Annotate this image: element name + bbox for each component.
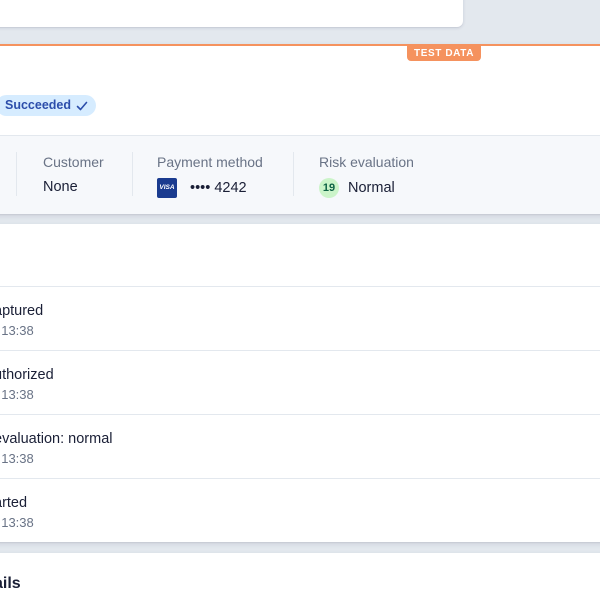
timeline-card: aptured , 13:38 uthorized , 13:38 evalua… xyxy=(0,224,600,542)
timeline-row: evaluation: normal , 13:38 xyxy=(0,414,600,478)
event-time: , 13:38 xyxy=(0,387,34,402)
status-badge: Succeeded xyxy=(0,95,97,116)
customer-detail: Customer None xyxy=(43,153,104,196)
checkmark-icon xyxy=(76,100,88,112)
divider xyxy=(132,152,133,196)
event-time: , 13:38 xyxy=(0,515,34,530)
risk-evaluation-detail: Risk evaluation 19 Normal xyxy=(319,153,414,198)
event-time: , 13:38 xyxy=(0,323,34,338)
event-title: arted xyxy=(0,495,28,511)
payment-method-label: Payment method xyxy=(157,154,263,170)
payment-method-value[interactable]: VISA •••• 4242 xyxy=(157,178,263,198)
details-card: ails xyxy=(0,553,600,600)
event-title: uthorized xyxy=(0,367,54,383)
risk-evaluation-value[interactable]: 19 Normal xyxy=(319,178,414,198)
event-title: aptured xyxy=(0,303,44,319)
section-heading: ails xyxy=(0,575,21,592)
card-last4: •••• 4242 xyxy=(190,180,247,196)
event-title: evaluation: normal xyxy=(0,431,113,447)
test-data-badge: TEST DATA xyxy=(407,46,482,61)
customer-value-text: None xyxy=(43,179,78,195)
top-card xyxy=(0,0,463,27)
customer-label: Customer xyxy=(43,154,104,170)
risk-level-text: Normal xyxy=(348,180,395,196)
timeline-row: uthorized , 13:38 xyxy=(0,350,600,414)
payment-details-strip: Customer None Payment method VISA •••• 4… xyxy=(0,135,600,214)
risk-score-badge: 19 xyxy=(319,178,339,198)
divider xyxy=(293,152,294,196)
timeline-row: arted , 13:38 xyxy=(0,478,600,542)
divider xyxy=(16,152,17,196)
payment-summary-card: TEST DATA Succeeded Customer None Paymen… xyxy=(0,44,600,214)
risk-evaluation-label: Risk evaluation xyxy=(319,154,414,170)
event-time: , 13:38 xyxy=(0,451,34,466)
timeline-row: aptured , 13:38 xyxy=(0,286,600,350)
status-label: Succeeded xyxy=(5,98,72,112)
payment-detail-page: TEST DATA Succeeded Customer None Paymen… xyxy=(0,0,600,600)
payment-method-detail: Payment method VISA •••• 4242 xyxy=(157,153,263,198)
visa-card-icon: VISA xyxy=(157,178,177,198)
customer-value: None xyxy=(43,178,104,196)
